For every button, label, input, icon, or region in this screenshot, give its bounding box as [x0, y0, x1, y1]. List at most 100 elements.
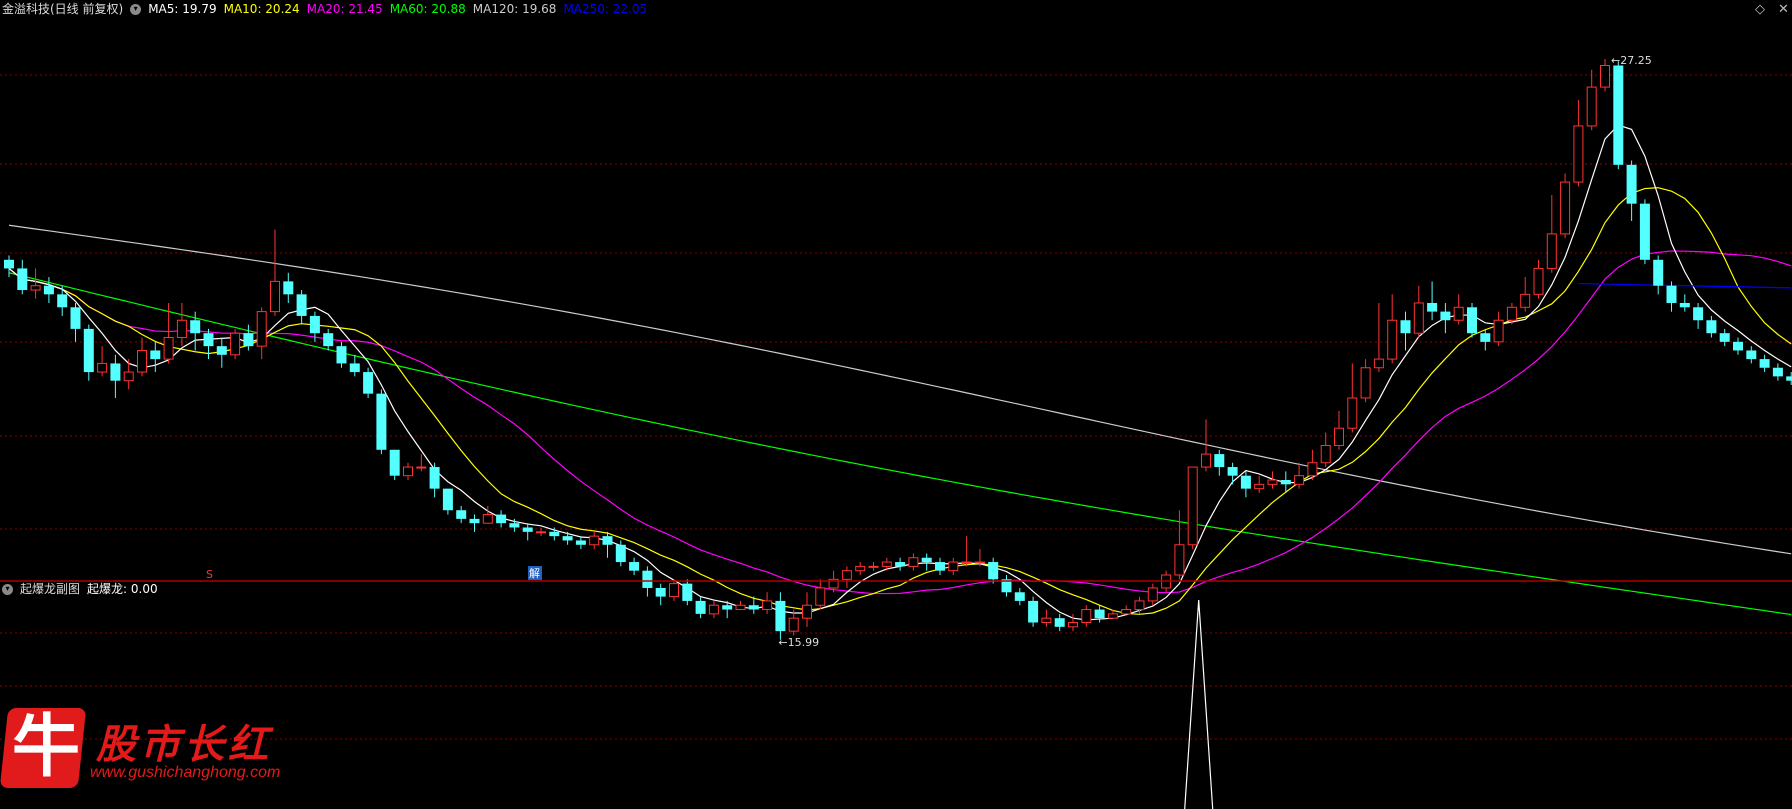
ma-legend-item: MA120: 19.68 — [472, 2, 557, 16]
candle-body — [895, 562, 906, 567]
candle-body — [1307, 462, 1318, 477]
candle-body — [589, 535, 600, 546]
low-price-label: ←15.99 — [778, 636, 819, 649]
settings-toggle-icon[interactable]: ▾ — [130, 3, 142, 15]
candle-body — [642, 570, 653, 588]
sub-settings-toggle-icon[interactable]: ▾ — [2, 583, 13, 595]
indicator-value: 起爆龙: 0.00 — [87, 582, 158, 596]
close-icon[interactable]: ✕ — [1778, 2, 1789, 17]
candle-body — [1147, 587, 1158, 602]
candle-body — [1174, 544, 1185, 576]
candle-body — [442, 488, 453, 511]
candle-body — [323, 333, 334, 347]
candle-body — [1387, 319, 1398, 360]
candle-body — [1373, 358, 1384, 369]
kline-chart[interactable]: ←27.25 ←15.99 S 解 — [0, 0, 1792, 809]
ma-legend-item: MA60: 20.88 — [389, 2, 466, 16]
candle-body — [961, 561, 972, 564]
main-header: 金溢科技(日线 前复权) ▾ MA5: 19.79 MA10: 20.24 MA20… — [2, 1, 647, 17]
indicator-name: 起爆龙副图 — [20, 582, 81, 596]
candle-body — [1254, 483, 1265, 490]
high-price-label: ←27.25 — [1611, 54, 1652, 67]
candle-body — [921, 557, 932, 563]
candle-body — [788, 617, 799, 632]
candle-body — [722, 605, 733, 610]
logo-char: 牛 — [12, 707, 81, 787]
ma10-line — [8, 187, 1792, 615]
candle-body — [629, 562, 640, 571]
candle-body — [243, 333, 254, 347]
candle-body — [270, 280, 280, 313]
candle-body — [1719, 333, 1730, 342]
candle-body — [389, 449, 400, 476]
ma-lines — [8, 124, 1792, 621]
candle-body — [1068, 621, 1078, 628]
candle-body — [1413, 302, 1424, 334]
sub-header: ▾ 起爆龙副图 起爆龙: 0.00 — [2, 581, 158, 597]
candle-body — [1653, 259, 1664, 286]
candle-body — [1187, 466, 1198, 546]
candle-body — [1240, 475, 1251, 489]
stock-title: 金溢科技(日线 前复权) — [2, 2, 124, 16]
ma-legend-item: MA10: 20.24 — [223, 2, 300, 16]
candle-body — [669, 583, 679, 598]
candle-body — [203, 333, 214, 347]
candle-body — [163, 337, 174, 360]
candle-body — [17, 268, 28, 291]
candle-body — [1054, 618, 1065, 627]
candle-body — [256, 311, 267, 347]
candle-body — [602, 536, 613, 545]
candle-body — [881, 561, 892, 567]
candle-body — [1693, 307, 1704, 321]
candle-body — [1227, 467, 1238, 476]
candle-body — [695, 600, 706, 614]
candle-body — [655, 587, 666, 597]
candle-body — [1626, 164, 1637, 204]
diamond-icon[interactable]: ◇ — [1755, 2, 1765, 17]
ma-legend-item: MA250: 22.05 — [563, 2, 648, 16]
candle-body — [1094, 609, 1105, 619]
candle-body — [549, 531, 560, 537]
candle-body — [336, 346, 347, 364]
candle-body — [176, 319, 187, 339]
candle-body — [1467, 307, 1477, 334]
logo-title: 股市长红 — [96, 721, 272, 768]
candle-body — [509, 523, 520, 528]
candle-body — [708, 604, 719, 615]
candle-body — [216, 346, 227, 355]
candle-body — [1759, 359, 1770, 368]
ma-legend: MA5: 19.79 MA10: 20.24 MA20: 21.45 MA60: 20… — [148, 1, 647, 17]
candle-body — [935, 562, 945, 571]
candle-body — [349, 363, 360, 373]
candle-body — [43, 285, 54, 295]
candle-body — [296, 294, 307, 316]
candle-body — [575, 540, 586, 545]
ma120-line — [8, 224, 1792, 555]
candle-body — [4, 259, 14, 269]
candle-body — [948, 561, 959, 572]
candle-body — [469, 518, 480, 524]
candle-body — [562, 536, 573, 541]
candle-body — [1267, 479, 1278, 485]
ma5-line — [8, 124, 1792, 621]
candle-body — [1360, 367, 1371, 399]
candle-body — [1573, 125, 1584, 183]
candle-body — [762, 600, 773, 611]
candle-body — [1480, 333, 1491, 342]
candle-body — [1107, 613, 1118, 619]
candle-body — [1214, 454, 1225, 468]
candle-body — [1400, 320, 1411, 334]
candle-body — [283, 281, 294, 295]
indicator-spike — [1184, 599, 1214, 809]
candles — [4, 59, 1792, 640]
candle-body — [416, 466, 427, 469]
candle-body — [123, 371, 134, 382]
candle-body — [682, 583, 693, 601]
s-marker: S — [206, 568, 213, 581]
jie-marker: 解 — [529, 566, 540, 580]
candle-body — [974, 561, 985, 564]
candle-body — [1028, 600, 1039, 623]
candle-body — [522, 527, 533, 532]
candle-body — [1786, 376, 1792, 381]
candle-body — [1746, 350, 1757, 360]
